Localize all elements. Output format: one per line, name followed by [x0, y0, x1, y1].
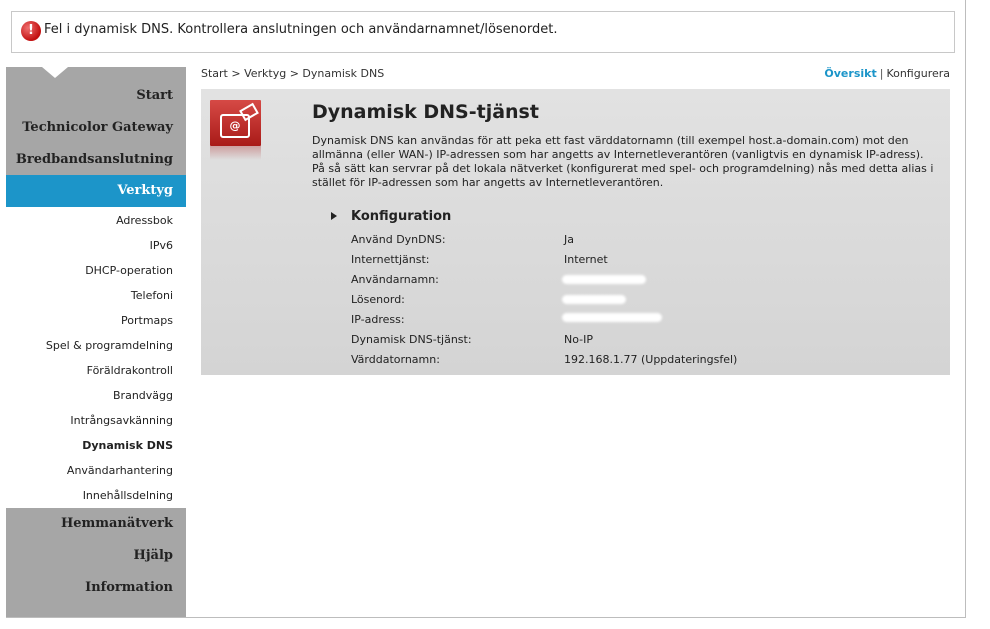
redacted-password — [562, 295, 626, 304]
config-label-use-dyndns: Använd DynDNS: — [351, 233, 446, 246]
sidebar-sub-adressbok[interactable]: Adressbok — [116, 214, 173, 227]
sidebar-item-start[interactable]: Start — [136, 88, 173, 103]
sidebar-nav: Start Technicolor Gateway Bredbandsanslu… — [6, 67, 186, 617]
redacted-ip-address — [562, 313, 662, 322]
icon-reflection — [210, 146, 261, 160]
error-banner: ! Fel i dynamisk DNS. Kontrollera anslut… — [11, 11, 955, 53]
config-value-dns-service: No-IP — [564, 333, 594, 346]
sidebar-sub-intrangsavkanning[interactable]: Intrångsavkänning — [70, 414, 173, 427]
sidebar-main-bottom: Hemmanätverk Hjälp Information — [6, 508, 186, 617]
configure-link[interactable]: Konfigurera — [886, 67, 950, 80]
config-value-internet-service: Internet — [564, 253, 608, 266]
config-value-hostname: 192.168.1.77 (Uppdateringsfel) — [564, 353, 738, 366]
config-heading: Konfiguration — [351, 209, 452, 224]
redacted-username — [562, 275, 646, 284]
sidebar-sub-foraldrakontroll[interactable]: Föräldrakontroll — [87, 364, 173, 377]
sidebar-item-label: Verktyg — [117, 183, 173, 198]
sidebar-sub-spel-programdelning[interactable]: Spel & programdelning — [46, 339, 173, 352]
error-exclamation-icon: ! — [21, 21, 41, 41]
sidebar-sub-dhcp-operation[interactable]: DHCP-operation — [85, 264, 173, 277]
error-message: Fel i dynamisk DNS. Kontrollera anslutni… — [44, 22, 558, 37]
page-title: Dynamisk DNS-tjänst — [312, 101, 539, 123]
config-label-password: Lösenord: — [351, 293, 405, 306]
dynamic-dns-service-icon: @ — [210, 100, 261, 160]
sidebar-sub-portmaps[interactable]: Portmaps — [121, 314, 173, 327]
sidebar-item-hjalp[interactable]: Hjälp — [134, 548, 173, 563]
sidebar-sub-brandvagg[interactable]: Brandvägg — [113, 389, 173, 402]
config-label-internet-service: Internettjänst: — [351, 253, 430, 266]
config-label-username: Användarnamn: — [351, 273, 439, 286]
page-description: Dynamisk DNS kan användas för att peka e… — [312, 134, 934, 189]
view-separator: | — [879, 67, 884, 80]
sidebar-sub-dynamisk-dns[interactable]: Dynamisk DNS — [82, 439, 173, 452]
sidebar-sub-ipv6[interactable]: IPv6 — [150, 239, 173, 252]
sidebar-item-technicolor-gateway[interactable]: Technicolor Gateway — [22, 120, 173, 135]
config-label-ip-address: IP-adress: — [351, 313, 405, 326]
sidebar-item-verktyg[interactable]: Verktyg — [6, 175, 186, 207]
view-switcher: Översikt | Konfigurera — [824, 67, 950, 80]
sidebar-item-information[interactable]: Information — [85, 580, 173, 595]
breadcrumb: Start > Verktyg > Dynamisk DNS — [201, 67, 385, 80]
config-value-use-dyndns: Ja — [564, 233, 574, 246]
config-label-dns-service: Dynamisk DNS-tjänst: — [351, 333, 472, 346]
sidebar-sub-telefoni[interactable]: Telefoni — [131, 289, 173, 302]
sidebar-item-hemmanatverk[interactable]: Hemmanätverk — [61, 516, 173, 531]
sidebar-item-bredbandsanslutning[interactable]: Bredbandsanslutning — [16, 152, 173, 167]
content-panel: @ Dynamisk DNS-tjänst Dynamisk DNS kan a… — [201, 89, 950, 375]
triangle-right-icon — [331, 212, 337, 220]
sidebar-sub-innehallsdelning[interactable]: Innehållsdelning — [83, 489, 173, 502]
config-label-hostname: Värddatornamn: — [351, 353, 440, 366]
sidebar-main-top: Start Technicolor Gateway Bredbandsanslu… — [6, 67, 186, 175]
overview-link[interactable]: Översikt — [824, 67, 876, 80]
sidebar-sub-anvandarhantering[interactable]: Användarhantering — [67, 464, 173, 477]
sidebar-notch-icon — [42, 67, 68, 78]
